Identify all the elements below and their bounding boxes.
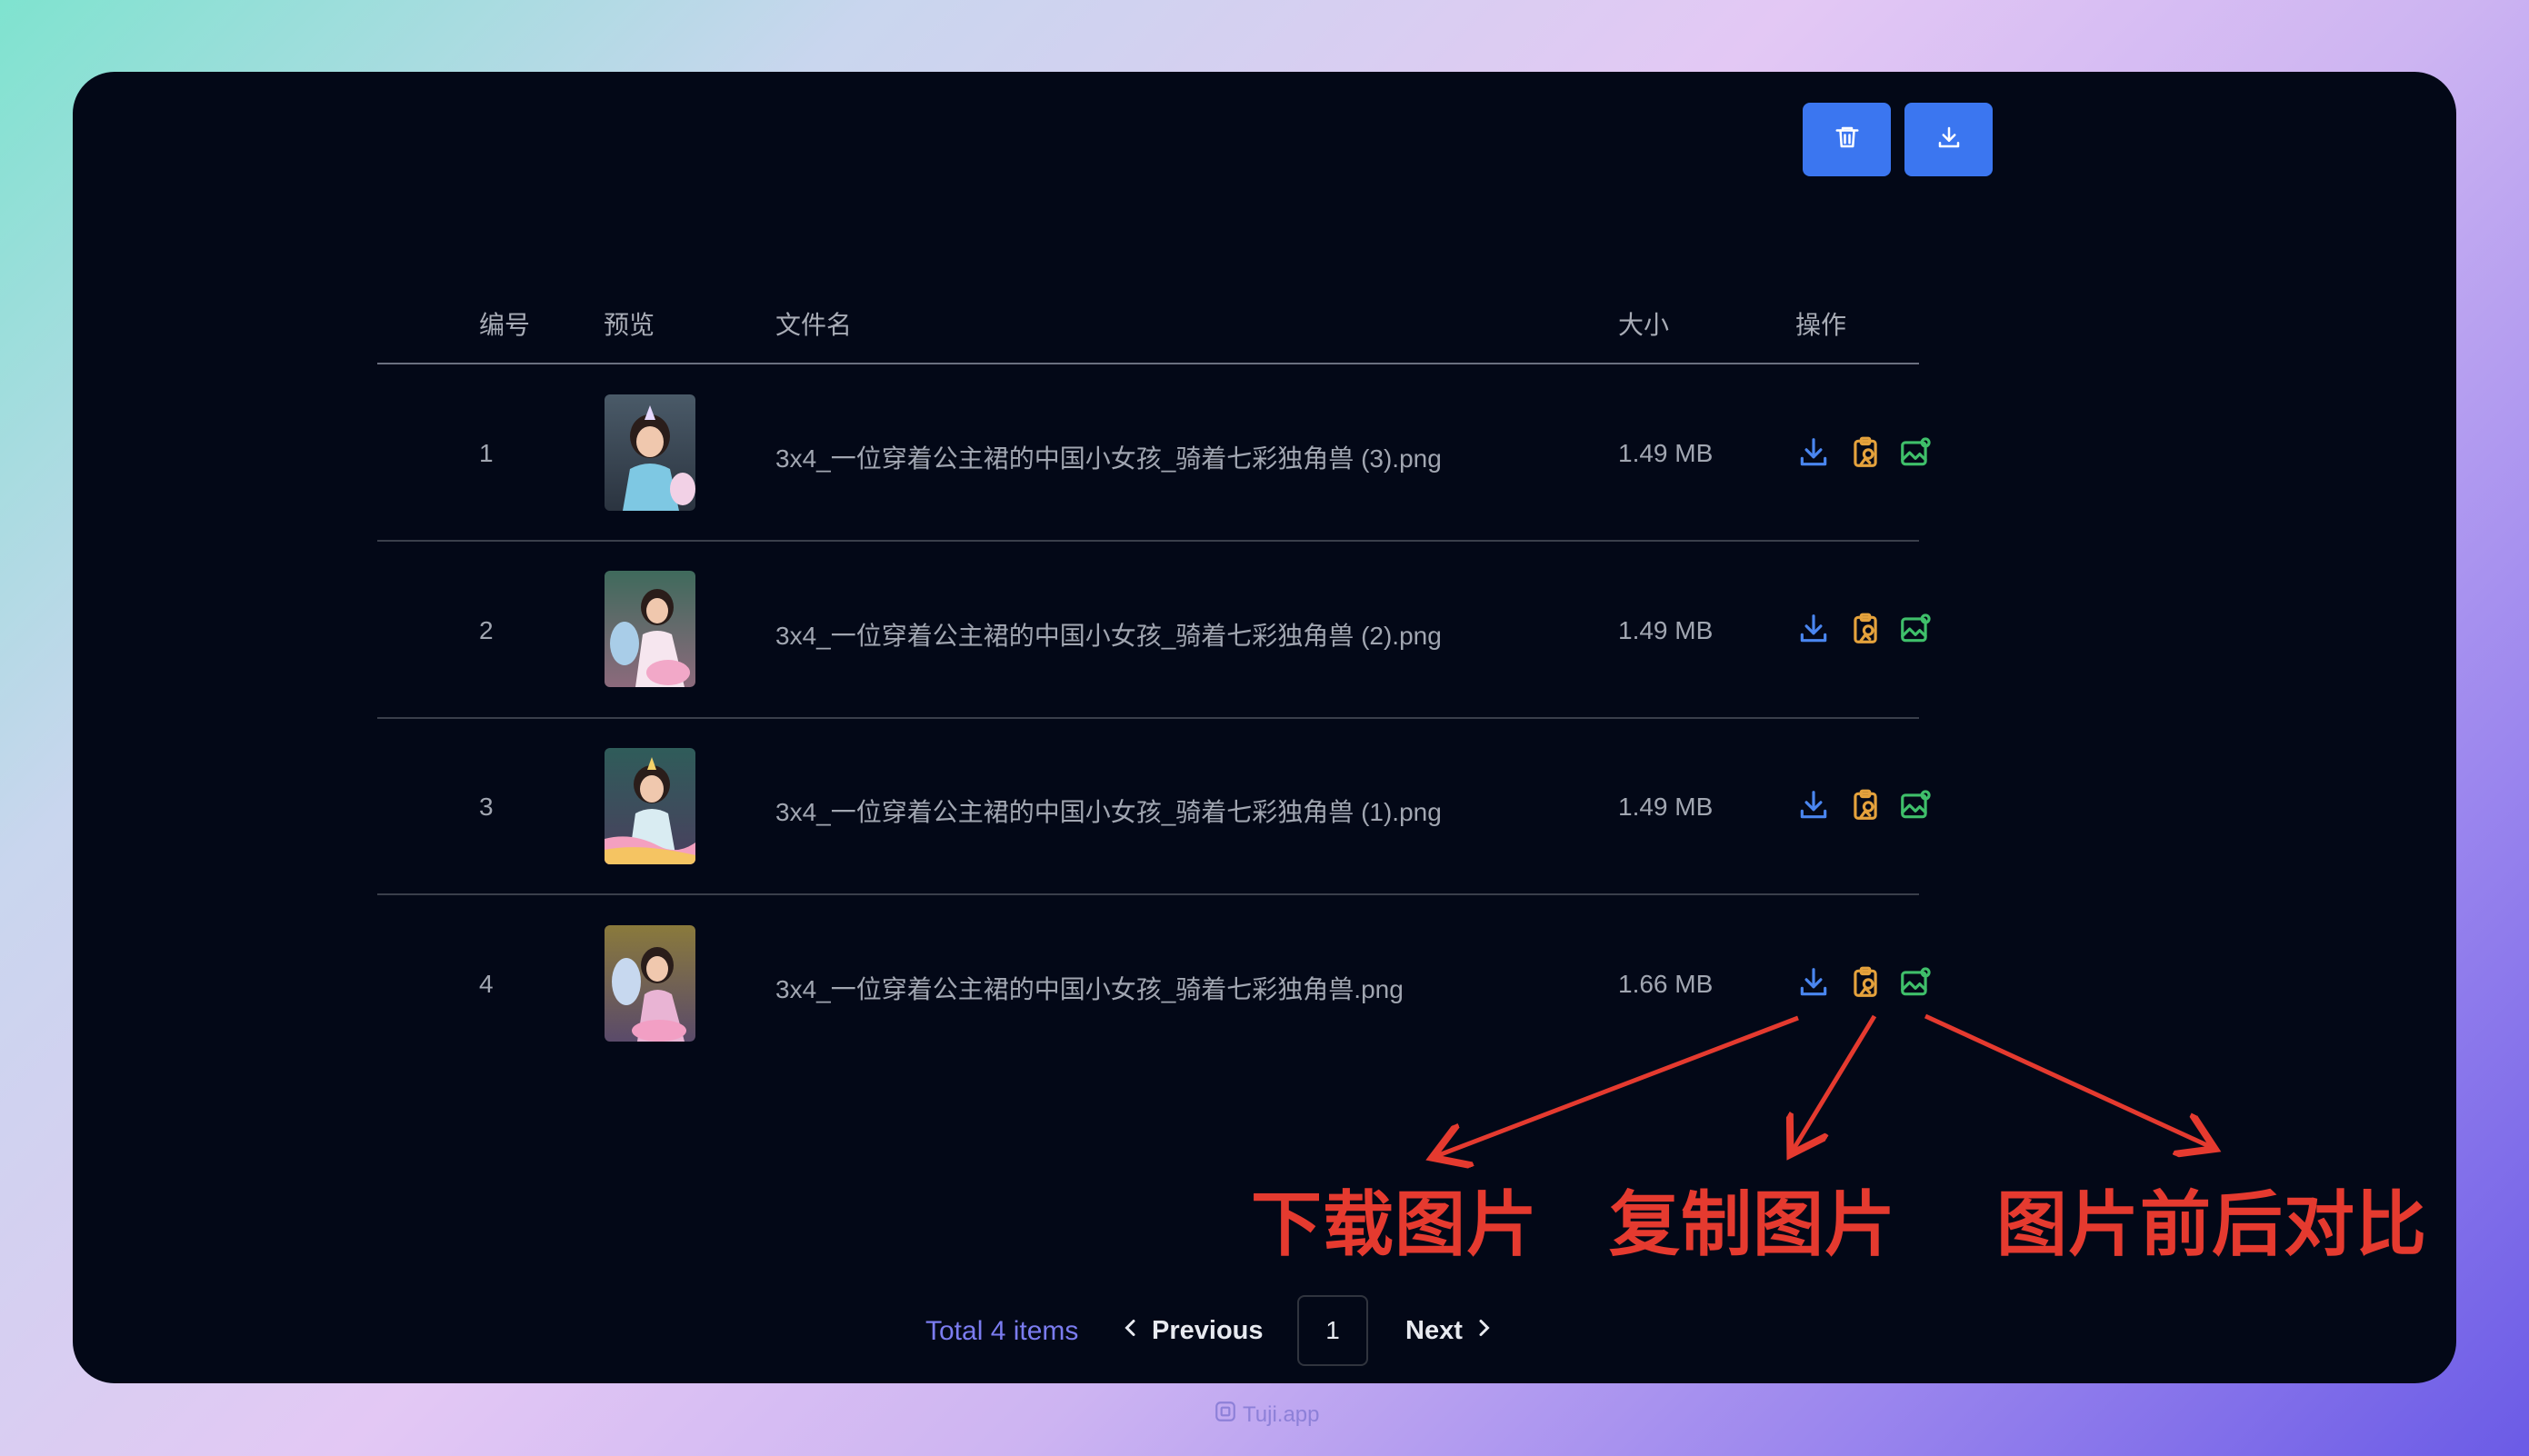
column-header-size: 大小: [1618, 311, 1670, 339]
image-compare-icon: [1901, 613, 1931, 643]
image-compare-icon: [1901, 790, 1931, 819]
file-size: 1.49 MB: [1618, 439, 1714, 467]
pagination-total: Total 4 items: [925, 1316, 1079, 1346]
clipboard-image-icon: [1854, 613, 1877, 643]
chevron-left-icon: [1123, 1316, 1139, 1346]
copy-image-button[interactable]: [1848, 965, 1883, 1000]
column-header-actions: 操作: [1795, 311, 1847, 339]
copy-image-button[interactable]: [1848, 788, 1883, 823]
compare-image-button[interactable]: [1898, 788, 1933, 823]
previous-page-button[interactable]: Previous: [1123, 1316, 1264, 1346]
download-image-button[interactable]: [1796, 788, 1831, 823]
file-size: 1.49 MB: [1618, 793, 1714, 821]
download-image-button[interactable]: [1796, 435, 1831, 470]
file-name: 3x4_一位穿着公主裙的中国小女孩_骑着七彩独角兽.png: [775, 975, 1404, 1003]
preview-thumbnail[interactable]: [605, 748, 695, 864]
row-index: 1: [479, 439, 494, 467]
download-image-button[interactable]: [1796, 612, 1831, 646]
download-icon: [1800, 968, 1827, 996]
column-header-index: 编号: [479, 311, 531, 339]
next-page-button[interactable]: Next: [1405, 1316, 1492, 1346]
clipboard-image-icon: [1854, 966, 1877, 997]
annotation-copy-label: 复制图片: [1609, 1184, 1897, 1266]
download-all-button[interactable]: [1904, 103, 1993, 176]
download-icon: [1800, 791, 1827, 819]
compare-image-button[interactable]: [1898, 435, 1933, 470]
preview-thumbnail[interactable]: [605, 571, 695, 687]
previous-label: Previous: [1152, 1316, 1264, 1345]
row-index: 4: [479, 970, 494, 998]
preview-thumbnail[interactable]: [605, 394, 695, 511]
column-header-preview: 预览: [604, 311, 655, 339]
next-label: Next: [1405, 1316, 1463, 1345]
download-icon: [1800, 614, 1827, 643]
watermark-text: Tuji.app: [1243, 1401, 1320, 1427]
file-name: 3x4_一位穿着公主裙的中国小女孩_骑着七彩独角兽 (1).png: [775, 798, 1442, 826]
compare-image-button[interactable]: [1898, 612, 1933, 646]
delete-all-button[interactable]: [1803, 103, 1891, 176]
copy-image-button[interactable]: [1848, 612, 1883, 646]
row-divider: [377, 717, 1919, 719]
download-icon: [1935, 124, 1963, 155]
chevron-right-icon: [1475, 1316, 1492, 1346]
clipboard-image-icon: [1854, 789, 1877, 820]
copy-image-button[interactable]: [1848, 435, 1883, 470]
image-compare-icon: [1901, 967, 1931, 996]
tuji-logo-icon: [1214, 1400, 1237, 1430]
row-index: 3: [479, 793, 494, 821]
compare-image-button[interactable]: [1898, 965, 1933, 1000]
clipboard-image-icon: [1854, 436, 1877, 467]
file-name: 3x4_一位穿着公主裙的中国小女孩_骑着七彩独角兽 (2).png: [775, 622, 1442, 650]
annotation-download-label: 下载图片: [1251, 1184, 1539, 1266]
annotation-compare-label: 图片前后对比: [1996, 1184, 2428, 1266]
page-1-button[interactable]: 1: [1297, 1295, 1368, 1366]
download-image-button[interactable]: [1796, 965, 1831, 1000]
row-divider: [377, 893, 1919, 895]
preview-thumbnail[interactable]: [605, 925, 695, 1042]
trash-icon: [1834, 124, 1861, 155]
row-divider: [377, 540, 1919, 542]
column-header-filename: 文件名: [775, 311, 853, 339]
row-index: 2: [479, 616, 494, 644]
download-icon: [1800, 438, 1827, 466]
file-size: 1.66 MB: [1618, 970, 1714, 998]
file-size: 1.49 MB: [1618, 616, 1714, 644]
image-compare-icon: [1901, 437, 1931, 466]
file-name: 3x4_一位穿着公主裙的中国小女孩_骑着七彩独角兽 (3).png: [775, 444, 1442, 473]
watermark: Tuji.app: [1214, 1400, 1320, 1430]
header-divider: [377, 363, 1919, 364]
